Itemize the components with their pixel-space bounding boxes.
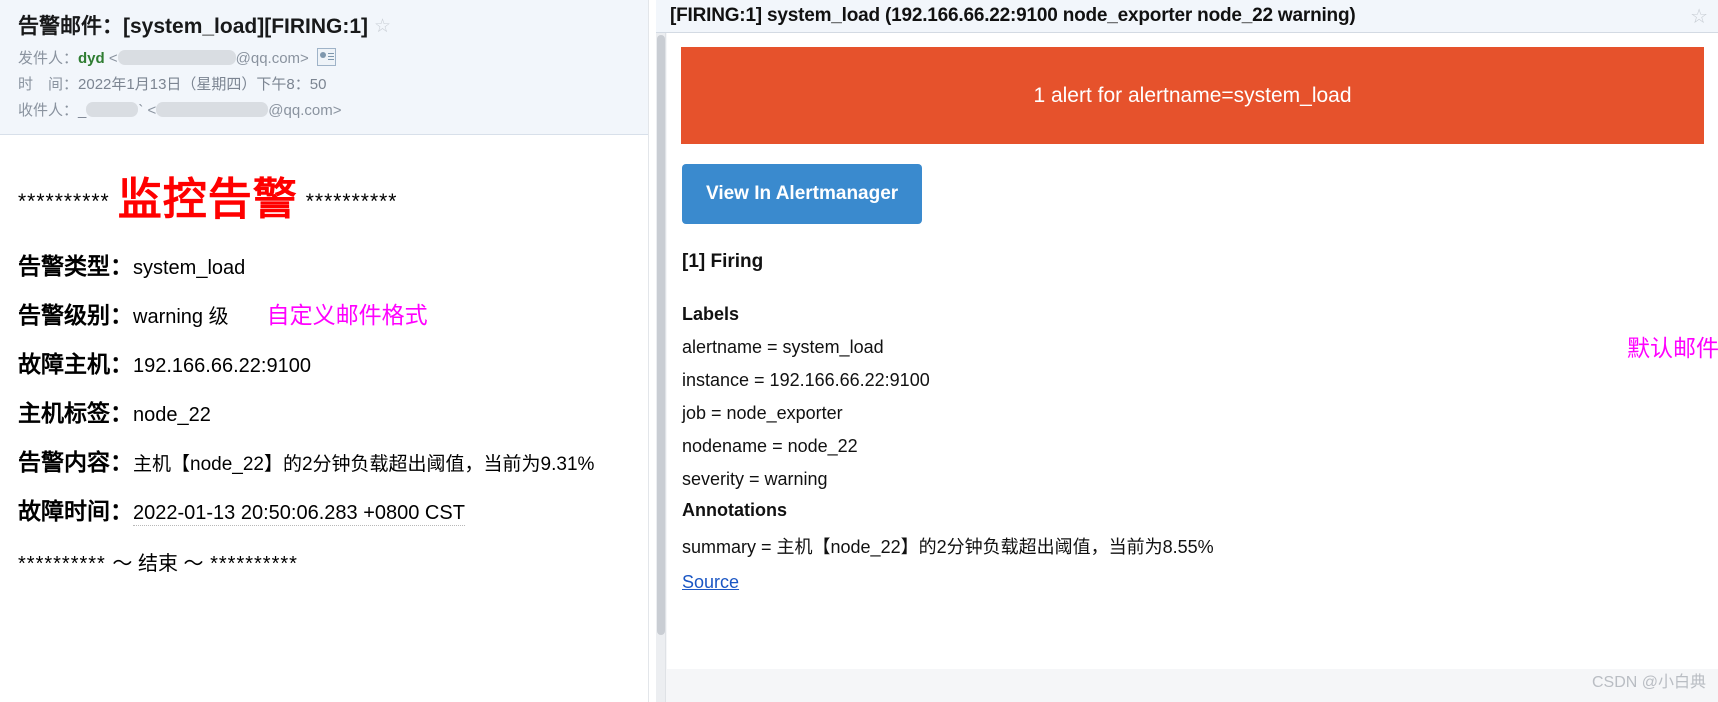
mail-subject-line: 告警邮件：[system_load][FIRING:1] ☆	[18, 10, 648, 40]
mail-from-row: 发件人：dyd < @qq.com>	[18, 46, 648, 72]
firing-heading: [1] Firing	[682, 251, 764, 272]
time-label: 时 间：	[18, 76, 79, 93]
scrollbar-thumb[interactable]	[657, 35, 665, 635]
field-row-alert-type: 告警类型：system_load	[18, 243, 648, 292]
labels-heading: Labels	[682, 304, 740, 324]
alert-count-text: 1 alert for alertname=system_load	[1033, 83, 1352, 107]
annotation-custom-format: 自定义邮件格式	[266, 302, 428, 328]
annotation-default-format: 默认邮件格式	[1627, 335, 1718, 361]
field-key: 告警类型：	[18, 253, 133, 279]
angle-open: <	[108, 50, 118, 67]
angle-open-2: <	[147, 102, 157, 119]
from-label: 发件人：	[18, 50, 79, 67]
mail-header: 告警邮件：[system_load][FIRING:1] ☆ 发件人：dyd < @…	[0, 0, 648, 135]
contact-card-icon[interactable]	[316, 48, 336, 66]
field-key: 告警级别：	[18, 302, 133, 328]
field-value: warning 级	[133, 306, 229, 328]
right-mail-body: 1 alert for alertname=system_load View I…	[667, 33, 1718, 669]
to-domain: @qq.com>	[268, 102, 342, 119]
mail-subject-text: 告警邮件：[system_load][FIRING:1]	[18, 15, 369, 38]
to-suffix: `	[138, 102, 144, 119]
field-value: 2022-01-13 20:50:06.283 +0800 CST	[133, 502, 465, 526]
label-item-nodename: nodename = node_22	[682, 436, 858, 456]
star-icon[interactable]: ☆	[374, 16, 391, 37]
star-icon[interactable]: ☆	[1690, 4, 1708, 29]
redacted-email-from	[117, 50, 236, 65]
to-prefix: _	[78, 102, 87, 119]
field-row-host: 故障主机：192.166.66.22:9100	[18, 341, 648, 390]
right-mail-header: [FIRING:1] system_load (192.166.66.22:91…	[656, 0, 1718, 33]
field-row-fault-time: 故障时间：2022-01-13 20:50:06.283 +0800 CST	[18, 488, 648, 537]
right-mail-subject: [FIRING:1] system_load (192.166.66.22:91…	[670, 5, 1356, 26]
field-value: 192.166.66.22:9100	[133, 355, 311, 377]
field-value: 主机【node_22】的2分钟负载超出阈值，当前为9.31%	[133, 454, 595, 475]
watermark: CSDN @小白典	[1591, 674, 1706, 691]
field-key: 故障时间：	[18, 498, 133, 524]
end-stars-right: **********	[210, 553, 298, 575]
redacted-email-to	[156, 102, 269, 117]
screenshot-root: 告警邮件：[system_load][FIRING:1] ☆ 发件人：dyd < @…	[0, 0, 1718, 702]
alert-banner-line: ********** 监控告警 **********	[18, 163, 648, 227]
field-value: system_load	[133, 257, 246, 279]
label-item-instance: instance = 192.166.66.22:9100	[682, 370, 930, 390]
time-value: 2022年1月13日（星期四）下午8：50	[78, 76, 327, 93]
field-row-alert-level: 告警级别：warning 级 自定义邮件格式	[18, 292, 648, 341]
field-key: 告警内容：	[18, 449, 133, 475]
mail-time-row: 时 间：2022年1月13日（星期四）下午8：50	[18, 72, 648, 98]
source-link[interactable]: Source	[682, 572, 739, 593]
default-format-mail-pane: [FIRING:1] system_load (192.166.66.22:91…	[656, 0, 1718, 702]
field-key: 故障主机：	[18, 351, 133, 377]
right-footer-strip	[667, 669, 1718, 702]
label-item-alertname: alertname = system_load	[682, 337, 884, 357]
to-label: 收件人：	[18, 102, 79, 119]
field-key: 主机标签：	[18, 400, 133, 426]
end-stars-left: **********	[18, 553, 106, 575]
from-domain: @qq.com>	[235, 50, 309, 67]
annotations-heading: Annotations	[682, 500, 787, 520]
banner-stars-left: **********	[18, 190, 110, 213]
banner-stars-right: **********	[305, 190, 398, 213]
label-item-severity: severity = warning	[682, 469, 828, 489]
field-row-alert-content: 告警内容：主机【node_22】的2分钟负载超出阈值，当前为9.31%	[18, 439, 648, 488]
mail-body: ********** 监控告警 ********** 告警类型：system_loa…	[0, 135, 648, 576]
banner-title: 监控告警	[117, 174, 298, 225]
sender-name[interactable]: dyd	[78, 50, 105, 67]
mail-to-row: 收件人：_ ` < @qq.com>	[18, 98, 648, 124]
label-item-job: job = node_exporter	[682, 403, 843, 423]
field-value: node_22	[133, 404, 211, 426]
pane-divider	[648, 0, 656, 702]
redacted-recipient-name	[86, 102, 139, 117]
view-in-alertmanager-button[interactable]: View In Alertmanager	[682, 164, 923, 224]
annotation-item-summary: summary = 主机【node_22】的2分钟负载超出阈值，当前为8.55%	[682, 537, 1214, 557]
alert-end-line: ********** ～ 结束 ～ **********	[18, 547, 648, 576]
alert-count-banner: 1 alert for alertname=system_load	[681, 47, 1704, 144]
field-row-host-tag: 主机标签：node_22	[18, 390, 648, 439]
vertical-scrollbar[interactable]	[656, 33, 666, 702]
custom-format-mail-pane: 告警邮件：[system_load][FIRING:1] ☆ 发件人：dyd < @…	[0, 0, 648, 702]
end-mid-text: ～ 结束 ～	[112, 553, 204, 575]
